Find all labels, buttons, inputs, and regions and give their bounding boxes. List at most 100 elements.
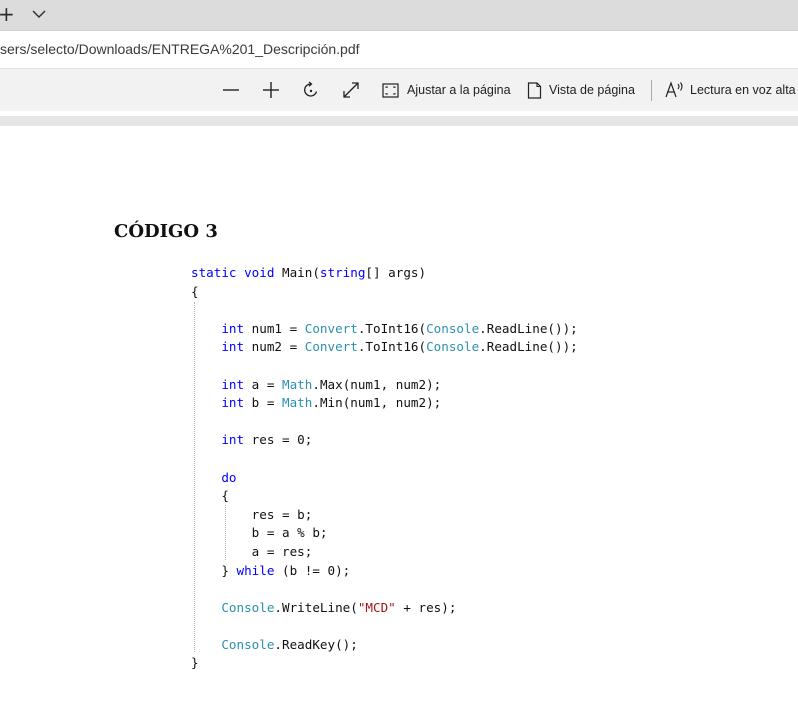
code-token: Convert [304,339,358,355]
code-line: static void Main(string[] args) [191,264,578,283]
code-line: int num1 = Convert.ToInt16(Console.ReadL… [191,320,578,339]
code-token: a = res; [191,543,313,559]
minus-icon [222,81,240,99]
code-token: Main( [274,265,320,280]
fit-page-icon [382,82,399,98]
code-token: Console [426,320,480,336]
pdf-page: CÓDIGO 3 static void Main(string[] args)… [0,126,798,719]
code-line: res = b; [191,506,578,525]
chevron-down-icon[interactable] [32,7,46,26]
code-token: string [319,265,366,280]
code-token: .WriteLine( [274,599,358,615]
code-token: while [236,562,275,578]
address-bar[interactable]: sers/selecto/Downloads/ENTREGA%201_Descr… [0,31,798,69]
pdf-toolbar: Ajustar a la página Vista de página Lect… [0,69,798,111]
code-token: num2 = [244,339,305,355]
code-token: b = [244,395,283,411]
code-token: b = a % b; [191,525,328,541]
page-view-icon [527,81,542,99]
code-token: (b != 0); [274,562,351,578]
code-token: int [221,320,245,336]
code-token: do [221,469,237,485]
code-line: int res = 0; [191,431,578,450]
code-token: "MCD" [357,599,396,615]
fullscreen-button[interactable] [342,69,360,111]
code-token: int [221,339,245,355]
code-line: } while (b != 0); [191,562,578,581]
code-line: int num2 = Convert.ToInt16(Console.ReadL… [191,338,578,357]
code-token: { [191,283,199,299]
document-top-edge [0,116,798,126]
code-token: Console [221,636,275,652]
toolbar-divider [651,80,652,101]
code-token: .ReadLine()); [479,320,578,336]
read-aloud-button[interactable]: Lectura en voz alta [665,69,796,111]
code-line: b = a % b; [191,524,578,543]
read-aloud-label: Lectura en voz alta [690,83,796,97]
page-view-button[interactable]: Vista de página [527,69,635,111]
section-heading: CÓDIGO 3 [114,221,218,242]
code-token: .ToInt16( [357,320,427,336]
code-token: .Min(num1, num2); [312,395,442,411]
code-token: { [191,488,229,504]
code-token: int [221,376,245,392]
page-view-label: Vista de página [549,83,635,97]
url-text[interactable]: sers/selecto/Downloads/ENTREGA%201_Descr… [0,41,360,57]
code-token: } [191,562,237,578]
code-token: .ReadLine()); [479,339,578,355]
zoom-in-button[interactable] [262,69,280,111]
code-line: } [191,654,578,673]
code-token: Math [282,376,313,392]
code-token: Convert [304,320,358,336]
read-aloud-icon [665,81,685,99]
code-token: Math [282,395,313,411]
code-token: [] args) [365,265,427,280]
zoom-out-button[interactable] [222,69,240,111]
code-block: static void Main(string[] args){ int num… [191,264,578,673]
code-line: Console.WriteLine("MCD" + res); [191,599,578,618]
code-line: Console.ReadKey(); [191,636,578,655]
code-line: a = res; [191,543,578,562]
fit-page-label: Ajustar a la página [407,83,511,97]
rotate-button[interactable] [302,69,320,111]
code-token: res = b; [191,506,313,522]
code-token: a = [244,376,283,392]
code-token: + res); [395,599,457,615]
code-token: num1 = [244,320,305,336]
code-line: { [191,487,578,506]
plus-icon[interactable]: + [0,4,15,24]
code-token: Console [221,599,275,615]
code-token: int [221,432,245,448]
plus-icon [262,81,280,99]
rotate-icon [302,81,320,99]
code-line: do [191,469,578,488]
code-line: int a = Math.Max(num1, num2); [191,376,578,395]
expand-icon [342,81,360,99]
code-token: .ToInt16( [357,339,427,355]
code-token: res = 0; [244,432,313,448]
fit-page-button[interactable]: Ajustar a la página [382,69,511,111]
tab-strip: + [0,0,798,31]
code-token: } [191,655,199,671]
code-token: .Max(num1, num2); [312,376,442,392]
code-line: int b = Math.Min(num1, num2); [191,394,578,413]
code-line: { [191,283,578,302]
code-token: Console [426,339,480,355]
code-token: .ReadKey(); [274,636,358,652]
code-token: int [221,395,245,411]
code-token: static void [191,265,275,280]
